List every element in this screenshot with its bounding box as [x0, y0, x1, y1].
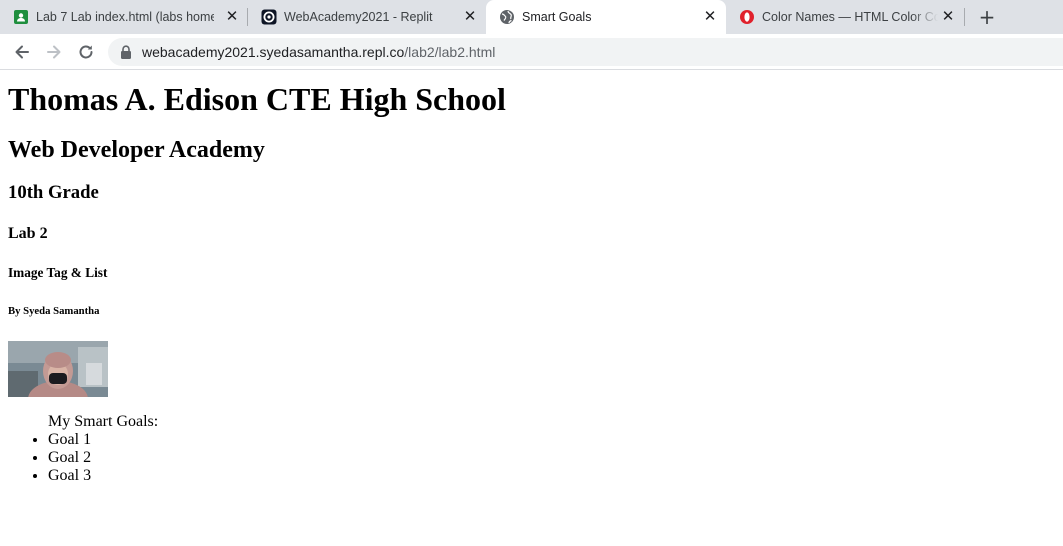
- classroom-icon: [14, 10, 28, 24]
- author-heading: By Syeda Samantha: [8, 305, 100, 317]
- url-host: webacademy2021.syedasamantha.repl.co: [142, 44, 405, 60]
- url-text[interactable]: webacademy2021.syedasamantha.repl.co/lab…: [142, 38, 495, 66]
- browser-toolbar: webacademy2021.syedasamantha.repl.co/lab…: [0, 34, 1063, 70]
- address-bar[interactable]: webacademy2021.syedasamantha.repl.co/lab…: [108, 38, 1063, 66]
- close-icon[interactable]: ✕: [940, 9, 956, 25]
- back-arrow-icon[interactable]: [12, 42, 32, 62]
- tab-strip: Lab 7 Lab index.html (labs home ✕ WebAca…: [0, 0, 1063, 36]
- url-path: /lab2/lab2.html: [404, 44, 496, 60]
- tab-title: WebAcademy2021 - Replit: [284, 10, 433, 24]
- topic-heading: Image Tag & List: [8, 265, 108, 280]
- replit-icon: [261, 9, 277, 25]
- school-heading: Thomas A. Edison CTE High School: [8, 81, 506, 117]
- lock-icon[interactable]: [120, 45, 132, 59]
- academy-heading: Web Developer Academy: [8, 137, 265, 163]
- tab-lab7[interactable]: Lab 7 Lab index.html (labs home ✕: [0, 0, 247, 34]
- page-content: Thomas A. Edison CTE High School Web Dev…: [8, 71, 1058, 485]
- forward-arrow-icon[interactable]: [44, 42, 64, 62]
- new-tab-button[interactable]: +: [975, 6, 999, 28]
- smart-goals-list: My Smart Goals: Goal 1 Goal 2 Goal 3: [8, 413, 1058, 485]
- tab-title: Color Names — HTML Color Cod: [762, 10, 938, 24]
- list-item: Goal 2: [48, 449, 1058, 467]
- student-photo: [8, 341, 108, 397]
- reload-icon[interactable]: [76, 42, 96, 62]
- opera-icon: [740, 10, 754, 24]
- tab-color-names[interactable]: Color Names — HTML Color Cod ✕: [726, 0, 964, 34]
- list-item: Goal 3: [48, 467, 1058, 485]
- globe-icon: [500, 10, 514, 24]
- lab-heading: Lab 2: [8, 225, 48, 242]
- tab-replit[interactable]: WebAcademy2021 - Replit ✕: [248, 0, 486, 34]
- close-icon[interactable]: ✕: [702, 9, 718, 25]
- tab-title: Lab 7 Lab index.html (labs home: [36, 10, 214, 24]
- tab-divider: [964, 8, 965, 26]
- close-icon[interactable]: ✕: [224, 9, 240, 25]
- list-caption: My Smart Goals:: [48, 413, 159, 430]
- close-icon[interactable]: ✕: [462, 9, 478, 25]
- list-item: Goal 1: [48, 431, 1058, 449]
- tab-title: Smart Goals: [522, 10, 592, 24]
- grade-heading: 10th Grade: [8, 182, 99, 203]
- tab-smart-goals[interactable]: Smart Goals ✕: [486, 0, 726, 36]
